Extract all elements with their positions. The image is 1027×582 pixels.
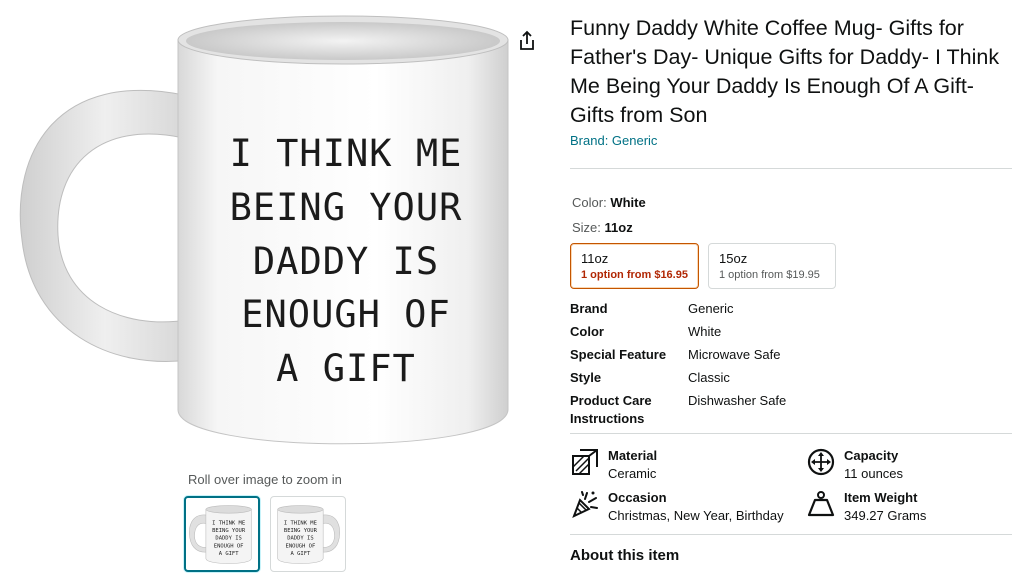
- thumbnail-1[interactable]: I THINK ME BEING YOUR DADDY IS ENOUGH OF…: [184, 496, 260, 572]
- size-label: Size:: [572, 220, 601, 235]
- feature-material: Material Ceramic: [570, 447, 806, 483]
- product-title: Funny Daddy White Coffee Mug- Gifts for …: [570, 16, 1000, 127]
- size-option-price: 1 option from $16.95: [581, 269, 688, 281]
- share-icon[interactable]: [514, 28, 540, 54]
- size-option-name: 11oz: [581, 251, 609, 266]
- thumb-text-line: ENOUGH OF: [214, 543, 244, 549]
- thumb-text-line: A GIFT: [219, 551, 240, 557]
- product-image-area: I THINK ME BEING YOUR DADDY IS ENOUGH OF…: [0, 0, 560, 582]
- mug-text-line: BEING YOUR: [230, 186, 463, 229]
- capacity-icon: [807, 448, 835, 476]
- spec-value: Generic: [688, 301, 734, 316]
- product-specs-table: Brand Generic Color White Special Featur…: [570, 300, 1012, 428]
- spec-row: Product Care Instructions Dishwasher Saf…: [570, 392, 1012, 428]
- feature-value: 349.27 Grams: [844, 508, 927, 523]
- thumb-text-line: BEING YOUR: [212, 528, 246, 534]
- feature-title: Occasion: [608, 490, 667, 505]
- brand-link[interactable]: Brand: Generic: [570, 133, 657, 148]
- size-variation: Size: 11oz: [570, 220, 1012, 235]
- thumb-text-line: BEING YOUR: [284, 528, 318, 534]
- spec-value: Microwave Safe: [688, 347, 781, 362]
- occasion-icon: [572, 491, 598, 518]
- thumbnail-2[interactable]: I THINK ME BEING YOUR DADDY IS ENOUGH OF…: [270, 496, 346, 572]
- thumb-text-line: A GIFT: [291, 551, 312, 557]
- feature-value: 11 ounces: [844, 466, 904, 481]
- spec-row: Brand Generic: [570, 300, 1012, 318]
- divider: [570, 534, 1012, 535]
- mug-text-line: I THINK ME: [230, 132, 463, 175]
- weight-icon: [807, 491, 835, 517]
- feature-highlights: Material Ceramic Capacity 11 ounces Occa…: [570, 447, 1012, 525]
- spec-value: Classic: [688, 370, 730, 385]
- thumb-text-line: DADDY IS: [287, 536, 313, 542]
- mug-text-line: ENOUGH OF: [241, 293, 450, 336]
- spec-key: Special Feature: [570, 347, 667, 362]
- feature-title: Material: [608, 448, 658, 463]
- divider: [570, 168, 1012, 169]
- mug-text-line: DADDY IS: [253, 240, 439, 283]
- about-heading: About this item: [570, 547, 680, 564]
- zoom-hint: Roll over image to zoom in: [188, 472, 342, 487]
- spec-key: Product Care Instructions: [570, 393, 652, 426]
- thumb-text-line: I THINK ME: [284, 521, 317, 527]
- feature-title: Item Weight: [844, 490, 918, 505]
- size-options: 11oz 1 option from $16.95 15oz 1 option …: [570, 243, 1012, 289]
- feature-title: Capacity: [844, 448, 899, 463]
- mug-text-line: A GIFT: [276, 347, 416, 390]
- material-icon: [572, 449, 598, 475]
- thumbnail-strip: I THINK ME BEING YOUR DADDY IS ENOUGH OF…: [184, 496, 346, 572]
- size-option-11oz[interactable]: 11oz 1 option from $16.95: [570, 243, 699, 289]
- feature-weight: Item Weight 349.27 Grams: [806, 489, 1012, 525]
- size-option-name: 15oz: [719, 251, 748, 266]
- feature-value: Christmas, New Year, Birthday: [608, 508, 784, 523]
- size-option-15oz[interactable]: 15oz 1 option from $19.95: [708, 243, 836, 289]
- spec-row: Style Classic: [570, 369, 1012, 387]
- feature-capacity: Capacity 11 ounces: [806, 447, 1012, 483]
- feature-value: Ceramic: [608, 466, 657, 481]
- thumb-text-line: I THINK ME: [212, 521, 245, 527]
- divider: [570, 433, 1012, 434]
- product-details: Funny Daddy White Coffee Mug- Gifts for …: [570, 14, 1012, 564]
- spec-key: Style: [570, 370, 602, 385]
- size-option-price: 1 option from $19.95: [719, 269, 820, 281]
- spec-key: Color: [570, 324, 604, 339]
- color-value: White: [610, 195, 646, 210]
- main-product-image[interactable]: I THINK ME BEING YOUR DADDY IS ENOUGH OF…: [0, 0, 520, 470]
- size-value: 11oz: [604, 220, 633, 235]
- feature-occasion: Occasion Christmas, New Year, Birthday: [570, 489, 806, 525]
- thumb-text-line: DADDY IS: [215, 536, 241, 542]
- thumb-text-line: ENOUGH OF: [286, 543, 316, 549]
- spec-value: Dishwasher Safe: [688, 393, 787, 408]
- spec-key: Brand: [570, 301, 608, 316]
- spec-row: Color White: [570, 323, 1012, 341]
- color-variation: Color: White: [570, 195, 1012, 210]
- spec-row: Special Feature Microwave Safe: [570, 346, 1012, 364]
- spec-value: White: [688, 324, 722, 339]
- color-label: Color:: [572, 195, 607, 210]
